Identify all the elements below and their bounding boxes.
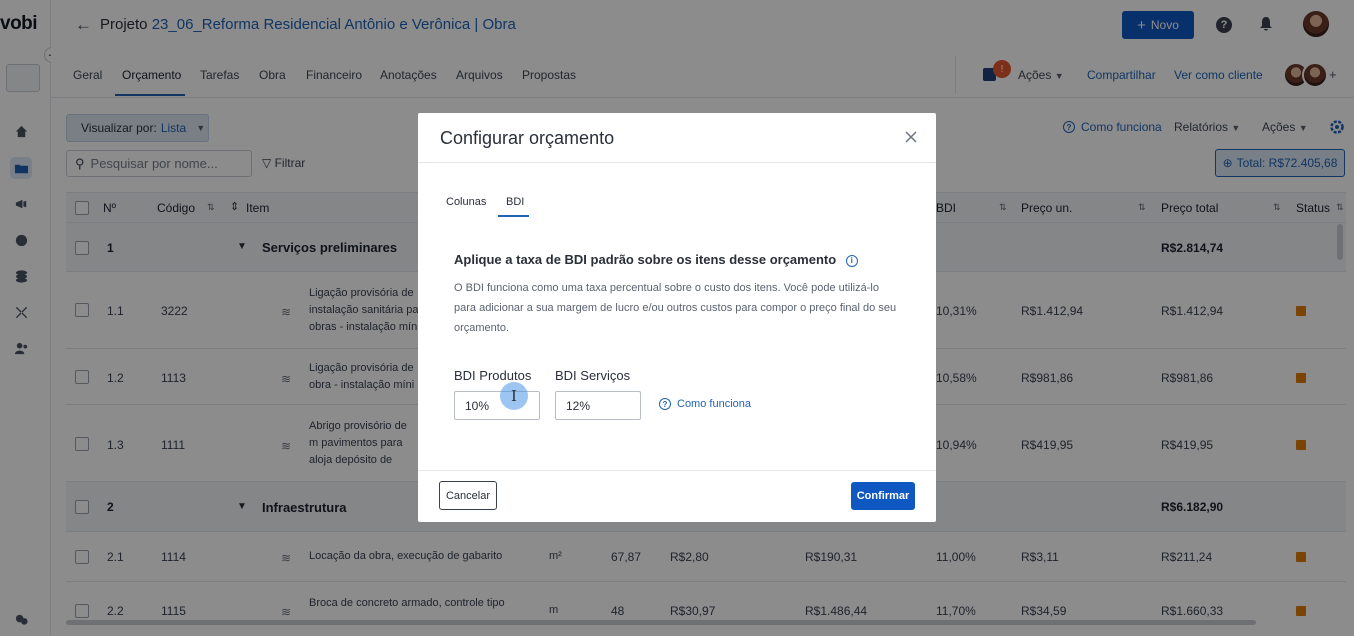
cancel-button[interactable]: Cancelar [439,481,497,510]
confirm-button[interactable]: Confirmar [851,482,915,510]
bdi-description: O BDI funciona como uma taxa percentual … [454,282,897,334]
bdi-services-label: BDI Serviços [555,368,631,383]
active-tab-indicator [498,215,529,217]
how-it-works-label: Como funciona [677,398,751,410]
tab-bdi[interactable]: BDI [506,196,524,208]
bdi-services-input[interactable]: 12% [555,391,641,420]
configure-budget-modal: Configurar orçamento Colunas BDI Aplique… [418,113,936,522]
bdi-heading: Aplique a taxa de BDI padrão sobre os it… [454,252,858,267]
info-icon[interactable]: i [845,254,858,267]
bdi-products-label: BDI Produtos [454,368,532,383]
bdi-heading-text: Aplique a taxa de BDI padrão sobre os it… [454,252,837,267]
how-it-works-link[interactable]: ? Como funciona [659,398,751,410]
modal-title: Configurar orçamento [440,128,615,148]
question-circle-icon: ? [659,398,671,410]
header-divider [418,162,936,163]
tab-colunas[interactable]: Colunas [446,196,486,208]
close-icon[interactable] [904,130,918,144]
text-cursor-icon: I [511,387,517,405]
footer-divider [418,470,936,471]
